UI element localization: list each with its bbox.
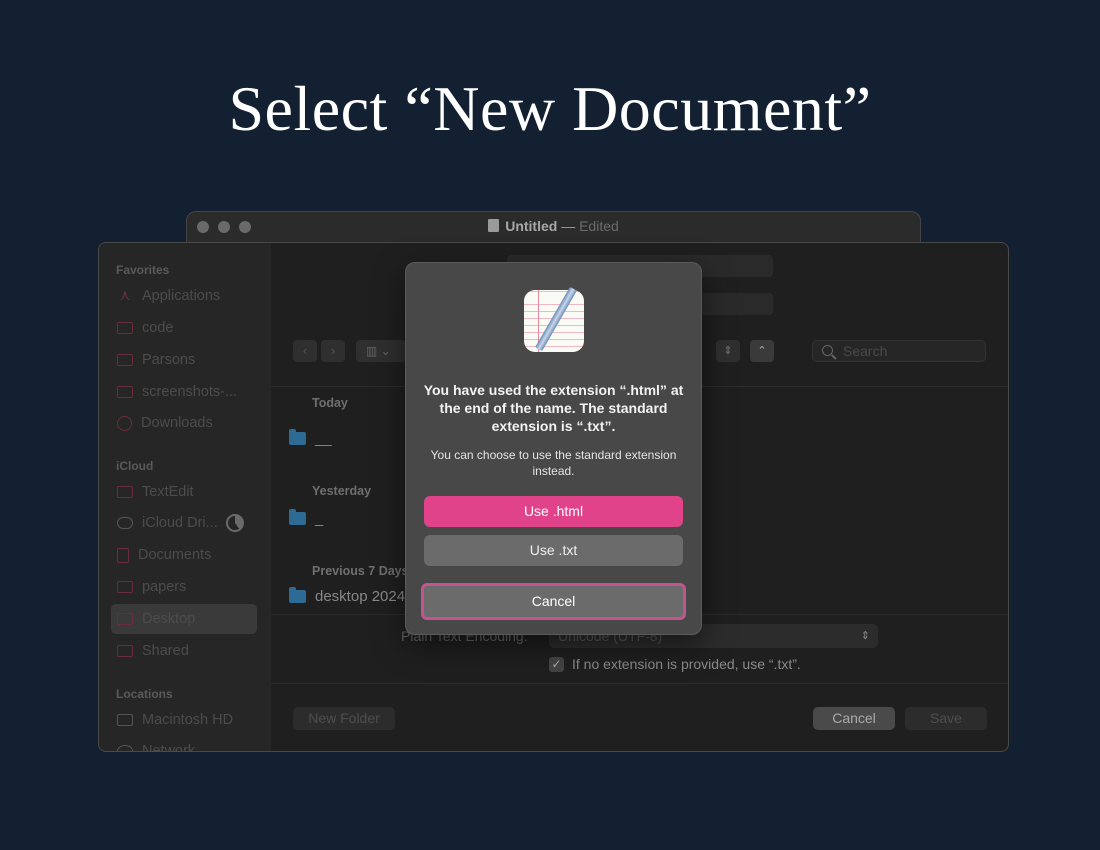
page-headline: Select “New Document” xyxy=(228,73,872,144)
folder-icon xyxy=(117,486,133,498)
alert-message: You can choose to use the standard exten… xyxy=(430,448,677,478)
window-title-separator: — xyxy=(561,218,576,234)
sidebar-item-label: Macintosh HD xyxy=(142,712,234,728)
sidebar: Favorites ⋏ Applications code Parsons scr… xyxy=(99,243,271,751)
downloads-icon xyxy=(117,415,132,431)
sidebar-item-label: Shared xyxy=(142,643,189,659)
select-arrows-icon: ⇕ xyxy=(860,630,870,642)
window-title-status: Edited xyxy=(579,218,619,234)
sidebar-item-desktop[interactable]: Desktop xyxy=(111,604,257,634)
document-icon xyxy=(488,219,500,232)
sidebar-item-label: Downloads xyxy=(141,415,213,431)
sidebar-item-label: TextEdit xyxy=(142,484,194,500)
sidebar-item-macintosh-hd[interactable]: Macintosh HD xyxy=(111,705,257,735)
sidebar-item-downloads[interactable]: Downloads xyxy=(111,408,257,438)
network-icon xyxy=(117,745,133,751)
file-row[interactable]: _ xyxy=(289,509,324,527)
sidebar-item-label: Parsons xyxy=(142,352,196,368)
sidebar-item-label: papers xyxy=(142,579,187,595)
window-title-name: Untitled xyxy=(505,218,558,234)
storage-progress-icon xyxy=(225,514,244,532)
sidebar-section-icloud: iCloud xyxy=(116,459,154,473)
alert-cancel-button[interactable]: Cancel xyxy=(421,583,686,620)
shared-folder-icon xyxy=(117,645,133,657)
save-button[interactable]: Save xyxy=(905,707,987,730)
sidebar-item-label: Network xyxy=(142,743,196,752)
extension-checkbox-label: If no extension is provided, use “.txt”. xyxy=(572,656,801,672)
sidebar-item-documents[interactable]: Documents xyxy=(111,540,257,570)
sidebar-item-label: screenshots-... xyxy=(142,384,238,400)
group-label-today: Today xyxy=(312,396,348,410)
extension-checkbox-row[interactable]: ✓ If no extension is provided, use “.txt… xyxy=(549,656,801,672)
sidebar-section-locations: Locations xyxy=(116,687,173,701)
sidebar-item-textedit[interactable]: TextEdit xyxy=(111,477,257,507)
use-html-button[interactable]: Use .html xyxy=(424,496,683,527)
folder-icon xyxy=(117,322,133,334)
back-button[interactable]: ‹ xyxy=(293,340,317,362)
textedit-app-icon xyxy=(524,286,584,352)
extension-alert-dialog: You have used the extension “.html” at t… xyxy=(405,262,702,635)
file-name: desktop 2024 xyxy=(315,588,406,605)
sidebar-item-shared[interactable]: Shared xyxy=(111,636,257,666)
sidebar-item-label: Applications xyxy=(142,288,221,304)
folder-icon xyxy=(117,386,133,398)
folder-icon xyxy=(117,581,133,593)
group-label-yesterday: Yesterday xyxy=(312,484,372,498)
pen-icon xyxy=(535,286,577,352)
use-txt-button[interactable]: Use .txt xyxy=(424,535,683,566)
sidebar-item-parsons[interactable]: Parsons xyxy=(111,345,257,375)
sidebar-item-label: Desktop xyxy=(142,611,196,627)
search-placeholder: Search xyxy=(843,343,888,359)
sidebar-item-icloud-drive[interactable]: iCloud Dri... xyxy=(111,508,257,538)
group-label-previous-7-days: Previous 7 Days xyxy=(312,564,409,578)
alert-title: You have used the extension “.html” at t… xyxy=(423,382,684,434)
file-name: __ xyxy=(315,430,332,447)
search-input[interactable]: Search xyxy=(812,340,986,362)
view-mode-button[interactable]: ▥ ⌄ xyxy=(356,340,406,362)
document-icon xyxy=(117,547,129,563)
folder-icon xyxy=(289,587,306,603)
sidebar-item-label: iCloud Dri... xyxy=(142,515,218,531)
sidebar-item-screenshots[interactable]: screenshots-... xyxy=(111,377,257,407)
folder-icon xyxy=(289,429,306,445)
applications-icon: ⋏ xyxy=(119,287,131,304)
sidebar-item-label: Documents xyxy=(138,547,212,563)
window-title: Untitled — Edited xyxy=(187,218,920,234)
desktop-icon xyxy=(117,613,133,625)
sidebar-section-favorites: Favorites xyxy=(116,263,170,277)
file-row[interactable]: desktop 2024 xyxy=(289,587,406,605)
file-row[interactable]: __ xyxy=(289,429,332,447)
sidebar-item-label: code xyxy=(142,320,174,336)
folder-icon xyxy=(117,354,133,366)
columns-view-icon: ▥ ⌄ xyxy=(366,344,391,358)
forward-button[interactable]: › xyxy=(321,340,345,362)
expand-collapse-button[interactable]: ⌃ xyxy=(750,340,774,362)
cloud-icon xyxy=(117,517,133,529)
sidebar-item-network[interactable]: Network xyxy=(111,736,257,752)
new-folder-button[interactable]: New Folder xyxy=(293,707,395,730)
file-name: _ xyxy=(315,510,324,527)
sidebar-item-applications[interactable]: ⋏ Applications xyxy=(111,281,257,311)
folder-icon xyxy=(289,509,306,525)
panel-cancel-button[interactable]: Cancel xyxy=(813,707,895,730)
divider xyxy=(271,683,1008,684)
sidebar-item-papers[interactable]: papers xyxy=(111,572,257,602)
sidebar-item-code[interactable]: code xyxy=(111,313,257,343)
extension-checkbox[interactable]: ✓ xyxy=(549,656,564,672)
search-icon xyxy=(822,345,833,356)
location-popup-arrows[interactable]: ⇕ xyxy=(716,340,740,362)
disk-icon xyxy=(117,714,133,726)
